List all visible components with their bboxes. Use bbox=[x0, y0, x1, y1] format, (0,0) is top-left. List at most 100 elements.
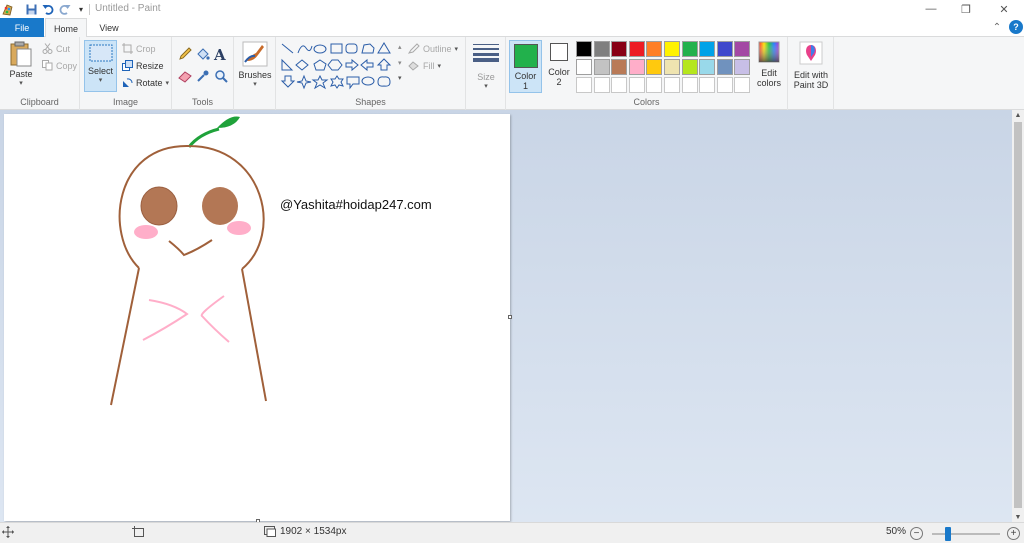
magnifier-icon[interactable] bbox=[214, 69, 228, 83]
save-icon[interactable] bbox=[24, 2, 38, 16]
select-button[interactable]: Select ▾ bbox=[84, 40, 117, 92]
custom-color-slot[interactable] bbox=[593, 77, 610, 93]
palette-color-swatch[interactable] bbox=[628, 59, 645, 75]
scroll-down-icon[interactable]: ▼ bbox=[1012, 512, 1024, 522]
color-picker-icon[interactable] bbox=[196, 69, 210, 83]
brushes-button[interactable]: Brushes ▾ bbox=[238, 41, 272, 88]
stem-stroke bbox=[187, 127, 220, 148]
copy-button[interactable]: Copy bbox=[42, 60, 77, 71]
tab-home[interactable]: Home bbox=[45, 18, 87, 38]
custom-color-slot[interactable] bbox=[734, 77, 751, 93]
size-button[interactable]: Size ▾ bbox=[470, 43, 502, 90]
palette-color-swatch[interactable] bbox=[611, 41, 628, 57]
crop-button[interactable]: Crop bbox=[122, 43, 156, 54]
custom-color-slot[interactable] bbox=[611, 77, 628, 93]
cut-button[interactable]: Cut bbox=[42, 43, 70, 54]
undo-icon[interactable] bbox=[41, 2, 55, 16]
color2-button[interactable]: Color 2 bbox=[546, 43, 572, 87]
outline-label: Outline bbox=[423, 43, 452, 54]
scrollbar-thumb[interactable] bbox=[1014, 122, 1022, 508]
copy-icon bbox=[42, 60, 53, 71]
help-icon[interactable]: ? bbox=[1009, 20, 1023, 34]
palette-color-swatch[interactable] bbox=[646, 41, 663, 57]
custom-color-slot[interactable] bbox=[628, 77, 645, 93]
close-button[interactable]: ✕ bbox=[986, 0, 1022, 18]
fill-dropdown-icon: ▾ bbox=[437, 62, 442, 70]
line-size-icon bbox=[473, 43, 499, 63]
rotate-icon bbox=[122, 77, 133, 88]
paint-app-icon[interactable] bbox=[1, 2, 15, 16]
palette-color-swatch[interactable] bbox=[699, 41, 716, 57]
palette-color-swatch[interactable] bbox=[593, 41, 610, 57]
palette-color-swatch[interactable] bbox=[646, 59, 663, 75]
scroll-up-icon[interactable]: ▲ bbox=[1012, 110, 1024, 120]
redo-icon[interactable] bbox=[58, 2, 72, 16]
edit-colors-button[interactable]: Edit colors bbox=[754, 41, 784, 88]
palette-color-swatch[interactable] bbox=[664, 59, 680, 75]
fill-button[interactable]: Fill ▾ bbox=[408, 60, 441, 71]
palette-color-swatch[interactable] bbox=[716, 59, 733, 75]
image-group: Select ▾ Crop Resize Rotate ▾ Image bbox=[80, 37, 172, 110]
palette-color-swatch[interactable] bbox=[593, 59, 610, 75]
size-dropdown-icon: ▾ bbox=[484, 83, 488, 90]
shapes-gallery[interactable] bbox=[280, 42, 400, 94]
cut-label: Cut bbox=[56, 43, 71, 54]
paint3d-line2: Paint 3D bbox=[793, 80, 829, 90]
color1-button[interactable]: Color 1 bbox=[509, 40, 542, 93]
shapes-scroll-down-icon[interactable]: ▾ bbox=[398, 59, 402, 67]
pencil-icon[interactable] bbox=[178, 47, 192, 61]
palette-color-swatch[interactable] bbox=[611, 59, 628, 75]
edit-colors-line1: Edit bbox=[761, 68, 777, 78]
palette-color-swatch[interactable] bbox=[576, 41, 592, 57]
canvas-resize-handle-right[interactable] bbox=[508, 315, 512, 319]
shapes-scroll-up-icon[interactable]: ▴ bbox=[398, 43, 402, 51]
image-group-label: Image bbox=[112, 97, 138, 107]
fill-bucket-icon[interactable] bbox=[196, 47, 210, 61]
custom-color-slot[interactable] bbox=[646, 77, 663, 93]
resize-button[interactable]: Resize bbox=[122, 60, 164, 71]
edit-with-paint3d-button[interactable]: Edit with Paint 3D bbox=[790, 41, 832, 90]
palette-color-swatch[interactable] bbox=[699, 59, 716, 75]
tab-view[interactable]: View bbox=[89, 18, 129, 37]
shapes-expand-icon[interactable]: ▾ bbox=[398, 74, 402, 82]
selection-size-icon bbox=[132, 526, 145, 538]
palette-color-swatch[interactable] bbox=[716, 41, 733, 57]
customize-toolbar-icon[interactable]: ▾ bbox=[74, 2, 88, 16]
outline-button[interactable]: Outline ▾ bbox=[408, 43, 458, 54]
ribbon: Paste ▾ Cut Copy Clipboard Select ▾ Crop… bbox=[0, 37, 1024, 110]
image-dimensions-value: 1902 × 1534px bbox=[280, 526, 347, 537]
custom-color-slot[interactable] bbox=[699, 77, 716, 93]
zoom-out-button[interactable]: − bbox=[910, 527, 923, 540]
palette-color-swatch[interactable] bbox=[734, 59, 751, 75]
vertical-scrollbar[interactable]: ▲ ▼ bbox=[1012, 110, 1024, 522]
palette-color-swatch[interactable] bbox=[681, 41, 698, 57]
toolbar-divider bbox=[89, 4, 90, 15]
select-label: Select bbox=[87, 66, 113, 76]
palette-color-swatch[interactable] bbox=[664, 41, 680, 57]
canvas-workspace: @Yashita#hoidap247.com bbox=[0, 110, 1012, 523]
zoom-slider-thumb[interactable] bbox=[945, 527, 951, 541]
custom-color-slot[interactable] bbox=[664, 77, 680, 93]
custom-color-slot[interactable] bbox=[576, 77, 592, 93]
eraser-icon[interactable] bbox=[178, 69, 192, 83]
restore-button[interactable]: ❐ bbox=[948, 0, 984, 18]
palette-color-swatch[interactable] bbox=[628, 41, 645, 57]
left-bracket bbox=[142, 299, 189, 341]
custom-color-slot[interactable] bbox=[681, 77, 698, 93]
text-tool-icon[interactable]: A bbox=[214, 46, 226, 64]
collapse-ribbon-icon[interactable]: ⌃ bbox=[990, 20, 1004, 34]
minimize-button[interactable]: — bbox=[913, 0, 949, 18]
outline-dropdown-icon: ▾ bbox=[454, 45, 459, 53]
edit-colors-line2: colors bbox=[756, 78, 781, 88]
drawing-canvas[interactable]: @Yashita#hoidap247.com bbox=[4, 114, 510, 521]
paste-button[interactable]: Paste ▾ bbox=[6, 41, 36, 87]
palette-color-swatch[interactable] bbox=[576, 59, 592, 75]
palette-color-swatch[interactable] bbox=[681, 59, 698, 75]
color-palette bbox=[576, 41, 754, 95]
custom-color-slot[interactable] bbox=[716, 77, 733, 93]
rotate-button[interactable]: Rotate ▾ bbox=[122, 77, 169, 88]
zoom-in-button[interactable]: + bbox=[1007, 527, 1020, 540]
palette-color-swatch[interactable] bbox=[734, 41, 751, 57]
tab-file[interactable]: File bbox=[0, 18, 44, 37]
zoom-slider-track[interactable] bbox=[932, 533, 1000, 535]
